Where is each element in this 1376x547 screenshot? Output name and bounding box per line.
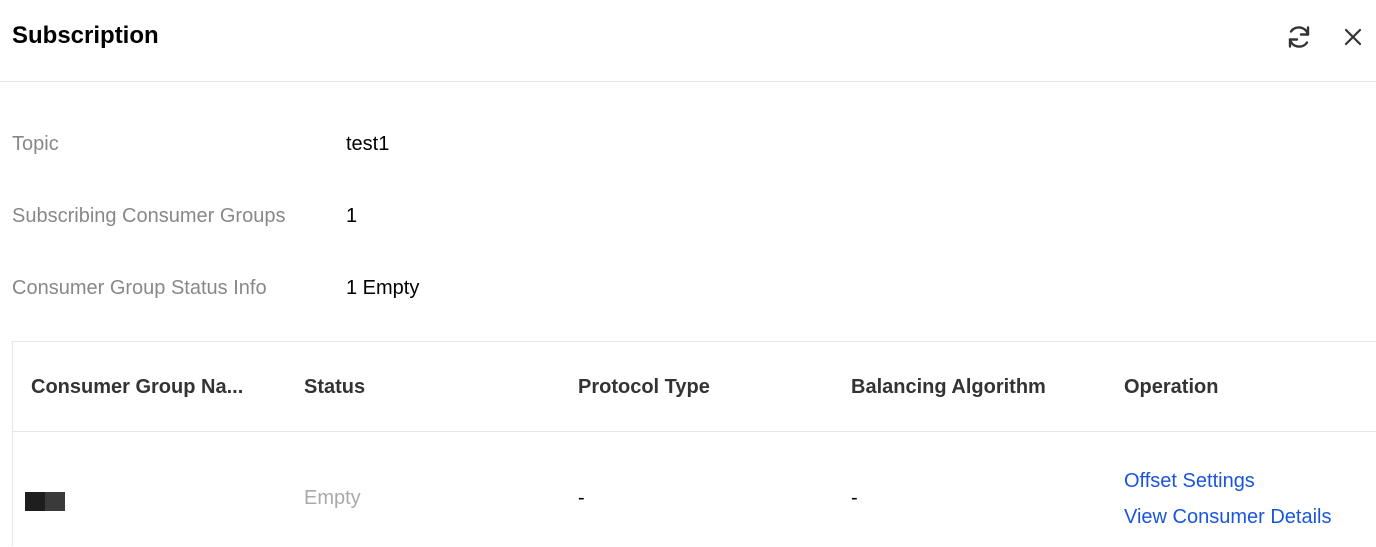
column-header-algorithm: Balancing Algorithm xyxy=(851,376,1046,398)
column-header-status: Status xyxy=(304,376,366,398)
topic-value: test1 xyxy=(346,133,390,155)
protocol-cell: - xyxy=(578,487,585,509)
status-info-label: Consumer Group Status Info xyxy=(12,277,267,299)
status-info-value: 1 Empty xyxy=(346,277,420,299)
column-header-group-name: Consumer Group Na... xyxy=(31,376,244,398)
table-header: Consumer Group Na... Status Protocol Typ… xyxy=(13,342,1376,432)
refresh-icon[interactable] xyxy=(1284,22,1314,52)
offset-settings-link[interactable]: Offset Settings xyxy=(1124,470,1255,493)
table-row: Empty - - Offset Settings View Consumer … xyxy=(13,433,1376,547)
panel-title: Subscription xyxy=(12,22,159,49)
algorithm-cell: - xyxy=(851,487,858,509)
column-header-operation: Operation xyxy=(1124,376,1219,398)
panel-header: Subscription xyxy=(0,0,1376,82)
status-cell: Empty xyxy=(304,487,361,509)
redacted-group-name xyxy=(25,492,65,511)
groups-value: 1 xyxy=(346,205,358,227)
topic-label: Topic xyxy=(12,133,59,155)
view-consumer-details-link[interactable]: View Consumer Details xyxy=(1124,506,1332,529)
column-header-protocol: Protocol Type xyxy=(578,376,710,398)
close-icon[interactable] xyxy=(1338,22,1368,52)
consumer-groups-table: Consumer Group Na... Status Protocol Typ… xyxy=(12,341,1376,546)
groups-label: Subscribing Consumer Groups xyxy=(12,205,286,227)
